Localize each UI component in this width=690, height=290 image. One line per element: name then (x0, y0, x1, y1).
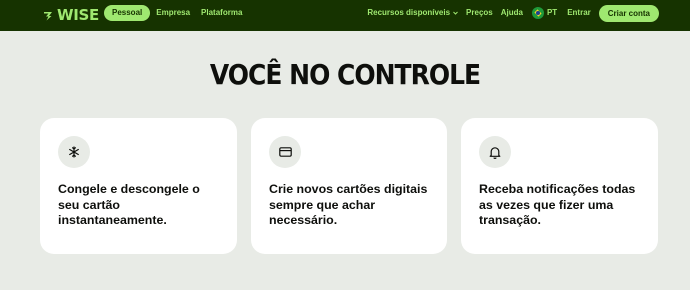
card-text: Crie novos cartões digitais sempre que a… (269, 182, 428, 227)
card-icon (278, 147, 292, 157)
feature-card-freeze: Congele e descongele o seu cartão instan… (40, 118, 237, 254)
resources-label: Recursos disponíveis (367, 8, 451, 17)
header-actions: Recursos disponíveis Preços Ajuda PT Ent… (367, 4, 690, 22)
chevron-down-icon (453, 11, 458, 15)
logo-text: WISE (57, 6, 99, 24)
wise-flag-icon (44, 11, 52, 20)
login-link[interactable]: Entrar (567, 4, 591, 22)
icon-circle (479, 136, 511, 168)
snowflake-icon (69, 146, 79, 158)
prices-link[interactable]: Preços (466, 4, 493, 22)
help-link[interactable]: Ajuda (501, 4, 523, 22)
tab-plataforma[interactable]: Plataforma (201, 5, 242, 21)
top-navigation-bar: WISE Pessoal Empresa Plataforma Recursos… (0, 0, 690, 31)
card-text: Congele e descongele o seu cartão instan… (58, 182, 200, 227)
language-selector[interactable]: PT (547, 4, 557, 22)
page-title: VOCÊ NO CONTROLE (209, 58, 481, 91)
card-text: Receba notificações todas as vezes que f… (479, 182, 636, 227)
icon-circle (58, 136, 90, 168)
feature-card-virtual-cards: Crie novos cartões digitais sempre que a… (251, 118, 447, 254)
tab-empresa[interactable]: Empresa (156, 5, 190, 21)
tab-pessoal[interactable]: Pessoal (104, 5, 151, 21)
feature-card-notifications: Receba notificações todas as vezes que f… (461, 118, 658, 254)
brazil-flag-icon[interactable] (531, 7, 544, 19)
wise-logo[interactable]: WISE (43, 6, 99, 24)
resources-menu[interactable]: Recursos disponíveis (367, 4, 458, 22)
segment-tabs: Pessoal Empresa Plataforma (104, 5, 242, 21)
signup-button[interactable]: Criar conta (598, 4, 659, 22)
bell-icon (489, 146, 501, 159)
icon-circle (269, 136, 301, 168)
